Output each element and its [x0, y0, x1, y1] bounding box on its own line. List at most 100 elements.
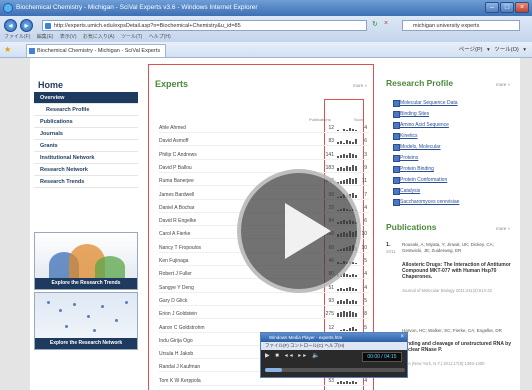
expert-name[interactable]: Ruma Banerjee — [159, 178, 194, 184]
publication-count: 12 — [328, 324, 334, 331]
research-profile-more-link[interactable]: more » — [496, 82, 510, 87]
sparkline-bar — [349, 381, 351, 384]
minimize-button[interactable]: – — [485, 2, 499, 13]
expert-row[interactable]: Sangye Y Deng 51 4 — [159, 283, 369, 293]
expert-name[interactable]: David R Engelke — [159, 218, 196, 224]
expert-name[interactable]: Aaron C Goldstrohm — [159, 325, 205, 331]
sparkline-bar — [343, 143, 345, 145]
expert-score: 8 — [364, 311, 367, 318]
stop-icon[interactable]: × — [384, 20, 388, 27]
expert-name[interactable]: Daniel A Bochar — [159, 205, 195, 211]
research-network-thumbnail[interactable]: Explore the Research Network — [34, 292, 138, 350]
research-profile-item[interactable]: Proteins — [392, 155, 418, 162]
forward-button[interactable]: ▸ — [20, 19, 33, 32]
menu-bar[interactable]: ファイル(F) 編集(E) 表示(V) お気に入り(A) ツール(T) ヘルプ(… — [4, 33, 171, 40]
expert-name[interactable]: Ursula H Jakob — [159, 351, 193, 357]
expert-name[interactable]: Randal J Kaufman — [159, 364, 200, 370]
command-bar[interactable]: ページ(P) ▾ ツール(O) ▾ — [459, 45, 526, 53]
publication-title[interactable]: Allosteric Drugs: The Interaction of Ant… — [402, 262, 512, 280]
expert-row[interactable]: Aaron C Goldstrohm 12 5 — [159, 323, 369, 333]
expert-row[interactable]: Philip C Andrews 141 3 — [159, 150, 369, 160]
expert-score: 4 — [364, 204, 367, 211]
sparkline-bar — [349, 300, 351, 304]
experts-more-link[interactable]: more » — [353, 83, 367, 88]
expert-name[interactable]: Gary D Glick — [159, 298, 187, 304]
expert-score: 10 — [361, 244, 367, 251]
research-profile-item[interactable]: Binding Sites — [392, 111, 429, 118]
research-profile-item[interactable]: Kinetics — [393, 133, 418, 140]
home-link[interactable]: Home — [38, 80, 63, 90]
research-profile-item[interactable]: Molecular Sequence Data — [393, 100, 458, 107]
search-input[interactable]: michigan university experts — [402, 20, 520, 31]
expert-name[interactable]: Carol A Fierke — [159, 231, 190, 237]
research-trends-thumbnail[interactable]: Explore the Research Trends — [34, 232, 138, 290]
expert-name[interactable]: Philip C Andrews — [159, 152, 197, 158]
expert-row[interactable]: Erion J Goldstein 275 8 — [159, 309, 369, 320]
media-player-seek-bar[interactable] — [265, 368, 405, 372]
expert-name[interactable]: Ken Fujinaga — [159, 258, 188, 264]
expert-name[interactable]: James Bardwell — [159, 192, 194, 198]
media-player-controls[interactable]: ▶ ■ ◂◂ ▸▸ 🔈 — [265, 352, 321, 359]
expert-score: 9 — [364, 164, 367, 171]
publication-sparkline — [337, 285, 359, 291]
research-profile-item[interactable]: Catalysis — [392, 188, 420, 195]
expert-name[interactable]: Sangye Y Deng — [159, 285, 194, 291]
nav-research-network[interactable]: Research Network — [34, 164, 138, 176]
nav-research-profile[interactable]: Research Profile — [34, 104, 138, 116]
sparkline-bar — [343, 311, 345, 318]
network-node — [65, 325, 68, 328]
sparkline-bar — [346, 287, 348, 291]
nav-grants[interactable]: Grants — [34, 140, 138, 152]
expert-row[interactable]: David Asmoff 83 6 — [159, 136, 369, 147]
favorites-star-icon[interactable]: ★ — [4, 45, 11, 54]
publication-title[interactable]: Binding and cleavage of unstructured RNA… — [402, 341, 512, 353]
expert-name[interactable]: David Asmoff — [159, 138, 188, 144]
expert-name[interactable]: David P Ballou — [159, 165, 192, 171]
research-profile-item[interactable]: Saccharomyces cerevisiae — [392, 199, 459, 206]
publication-source: Journal of Molecular Biology 2011;411(3)… — [402, 288, 492, 293]
seek-bar-fill — [265, 368, 282, 372]
expert-name[interactable]: Indu Girija Ogo — [159, 338, 193, 344]
expert-name[interactable]: Nancy T Fropoulos — [159, 245, 201, 251]
research-profile-item[interactable]: Protein Binding — [393, 166, 434, 173]
sparkline-bar — [352, 299, 354, 304]
expert-row[interactable]: Ahle Ahmed 12 4 — [159, 123, 369, 133]
maximize-button[interactable]: □ — [500, 2, 514, 13]
sparkline-bar — [352, 326, 354, 331]
back-button[interactable]: ◂ — [4, 19, 17, 32]
research-profile-item[interactable]: Protein Conformation — [392, 177, 447, 184]
expert-name[interactable]: Tom K W Kerppola — [159, 378, 201, 384]
publications-more-link[interactable]: more » — [496, 226, 510, 231]
research-profile-item[interactable]: Amino Acid Sequence — [393, 122, 449, 129]
research-profile-item[interactable]: Models, Molecular — [393, 144, 441, 151]
video-play-button[interactable] — [237, 169, 361, 293]
expert-name[interactable]: Robert J Fuller — [159, 271, 192, 277]
media-player-title: Windows Media Player - experts.htm — [261, 333, 407, 342]
sparkline-bar — [340, 154, 342, 158]
nav-research-trends[interactable]: Research Trends — [34, 176, 138, 188]
nav-journals[interactable]: Journals — [34, 128, 138, 140]
address-input[interactable]: http://experts.umich.edu/expsDetail.asp?… — [42, 20, 367, 31]
nav-overview[interactable]: Overview — [34, 92, 138, 104]
sparkline-bar — [337, 155, 339, 158]
sparkline-bar — [355, 381, 357, 384]
close-button[interactable]: × — [515, 2, 529, 13]
publication-authors: Harvon, HC; Walker, SC; Fierke, CA; Enge… — [402, 328, 502, 333]
research-trends-caption: Explore the Research Trends — [35, 278, 137, 289]
expert-name[interactable]: Ahle Ahmed — [159, 125, 186, 131]
media-player-window: Windows Media Player - experts.htm ファイル(… — [260, 332, 408, 378]
media-player-time: 00:00 / 04:15 — [362, 352, 402, 362]
expert-row[interactable]: Gary D Glick 93 5 — [159, 296, 369, 306]
page-tab[interactable]: Biochemical Chemistry - Michigan - SciVa… — [26, 44, 166, 66]
expert-score: 5 — [364, 297, 367, 304]
nav-institutional-network[interactable]: Institutional Network — [34, 152, 138, 164]
sparkline-bar — [349, 128, 351, 131]
media-player-menu[interactable]: ファイル(F) コントロール(C) ヘルプ(H) — [261, 342, 407, 350]
expert-row[interactable]: David P Ballou 183 9 — [159, 163, 369, 173]
expert-name[interactable]: Erion J Goldstein — [159, 311, 197, 317]
publications-heading: Publications — [386, 222, 437, 232]
sparkline-bar — [355, 154, 357, 158]
nav-publications[interactable]: Publications — [34, 116, 138, 128]
refresh-icon[interactable]: ↻ — [372, 20, 378, 28]
network-node — [87, 315, 90, 318]
